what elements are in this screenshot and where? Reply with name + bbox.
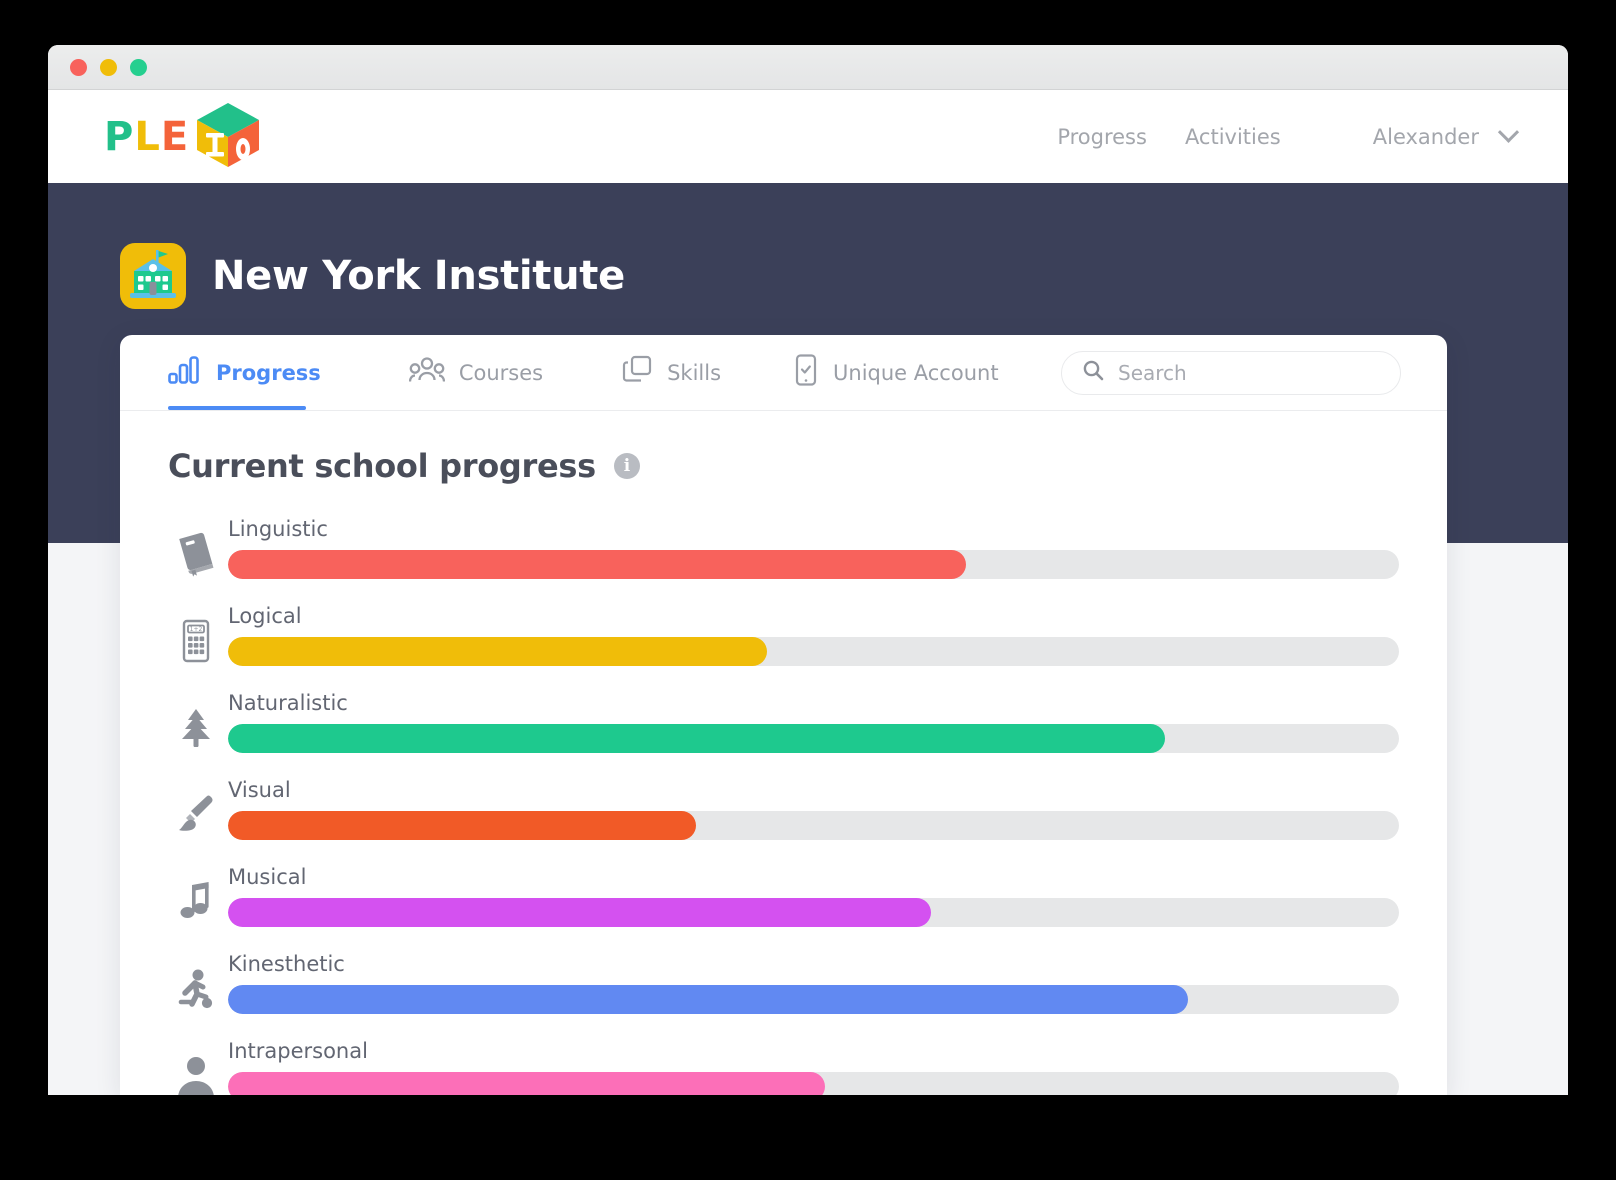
- user-menu[interactable]: Alexander: [1372, 121, 1520, 149]
- paintbrush-icon: [168, 784, 224, 840]
- progress-track[interactable]: [228, 550, 1399, 579]
- window-minimize-button[interactable]: [100, 58, 117, 76]
- nav-link-activities[interactable]: Activities: [1185, 125, 1281, 149]
- tab-progress-label: Progress: [216, 360, 321, 385]
- brand-logo-l: L: [134, 113, 161, 160]
- card-tab-bar: Progress Courses Skills Unique Account S…: [120, 335, 1447, 411]
- progress-row-main: Kinesthetic: [228, 952, 1399, 1014]
- progress-track[interactable]: [228, 985, 1399, 1014]
- tab-skills[interactable]: Skills: [621, 335, 721, 411]
- window-titlebar: [48, 45, 1568, 90]
- bar-chart-icon: [168, 356, 202, 389]
- brand-cube-icon: [191, 97, 265, 176]
- progress-label: Kinesthetic: [228, 952, 345, 976]
- tab-unique-account[interactable]: Unique Account: [793, 335, 999, 411]
- progress-row-main: Musical: [228, 865, 1399, 927]
- browser-window: PLE Progress Activities Alexander New Yo…: [48, 45, 1568, 1095]
- tab-progress[interactable]: Progress: [168, 335, 321, 411]
- calculator-icon: 1+2: [168, 610, 224, 666]
- top-navigation-bar: PLE Progress Activities Alexander: [48, 90, 1568, 183]
- page-title: New York Institute: [212, 253, 625, 299]
- section-title: Current school progress: [168, 447, 596, 485]
- progress-label: Logical: [228, 604, 302, 628]
- progress-label: Musical: [228, 865, 307, 889]
- progress-row-main: Intrapersonal: [228, 1039, 1399, 1095]
- progress-label: Linguistic: [228, 517, 328, 541]
- progress-row: Musical: [168, 861, 1399, 927]
- progress-fill: [228, 637, 767, 666]
- brand-logo-text: PLE: [104, 114, 189, 160]
- active-tab-underline: [168, 406, 306, 410]
- card-body: Current school progress i Linguistic 1+2…: [120, 411, 1447, 1095]
- tab-courses[interactable]: Courses: [408, 335, 544, 411]
- tab-unique-account-label: Unique Account: [833, 360, 999, 385]
- tab-courses-label: Courses: [458, 360, 544, 385]
- school-icon: [120, 243, 186, 309]
- mobile-check-icon: [793, 354, 819, 391]
- progress-label: Visual: [228, 778, 291, 802]
- search-input[interactable]: [1118, 360, 1368, 385]
- section-header: Current school progress i: [168, 447, 1399, 485]
- progress-row: Intrapersonal: [168, 1035, 1399, 1095]
- tab-skills-label: Skills: [667, 360, 722, 385]
- progress-row: Linguistic: [168, 513, 1399, 579]
- school-header: New York Institute: [48, 183, 1568, 309]
- brand-logo[interactable]: PLE: [104, 97, 265, 176]
- svg-text:1+2: 1+2: [190, 626, 203, 633]
- progress-track[interactable]: [228, 637, 1399, 666]
- nav-right-group: Progress Activities Alexander: [1019, 121, 1520, 149]
- progress-card: Progress Courses Skills Unique Account S…: [120, 335, 1447, 1095]
- brand-logo-e: E: [160, 113, 190, 160]
- progress-track[interactable]: [228, 811, 1399, 840]
- progress-label: Naturalistic: [228, 691, 348, 715]
- nav-link-progress[interactable]: Progress: [1057, 125, 1147, 149]
- progress-row-main: Naturalistic: [228, 691, 1399, 753]
- running-person-icon: [168, 958, 224, 1014]
- progress-row: Naturalistic: [168, 687, 1399, 753]
- progress-label: Intrapersonal: [228, 1039, 368, 1063]
- progress-fill: [228, 898, 931, 927]
- progress-row-main: Visual: [228, 778, 1399, 840]
- window-close-button[interactable]: [70, 58, 87, 76]
- chevron-down-icon: [1497, 121, 1520, 143]
- progress-row-main: Linguistic: [228, 517, 1399, 579]
- search-box[interactable]: [1061, 350, 1401, 395]
- progress-row: Kinesthetic: [168, 948, 1399, 1014]
- progress-track[interactable]: [228, 724, 1399, 753]
- layers-copy-icon: [621, 355, 653, 390]
- progress-fill: [228, 985, 1189, 1014]
- progress-fill: [228, 550, 966, 579]
- info-icon[interactable]: i: [613, 453, 640, 479]
- people-group-icon: [408, 356, 445, 389]
- music-note-icon: [168, 871, 224, 927]
- progress-fill: [228, 1072, 826, 1095]
- person-icon: [168, 1045, 224, 1095]
- progress-track[interactable]: [228, 898, 1399, 927]
- progress-track[interactable]: [228, 1072, 1399, 1095]
- tree-icon: [168, 697, 224, 753]
- progress-row-main: Logical: [228, 604, 1399, 666]
- window-maximize-button[interactable]: [130, 58, 147, 76]
- progress-fill: [228, 811, 697, 840]
- brand-logo-p: P: [104, 113, 135, 160]
- progress-row: 1+2 Logical: [168, 600, 1399, 666]
- user-menu-label: Alexander: [1372, 124, 1479, 149]
- search-icon: [1082, 359, 1104, 386]
- progress-row: Visual: [168, 774, 1399, 840]
- progress-list: Linguistic 1+2 Logical Naturalistic Visu…: [168, 513, 1399, 1095]
- progress-fill: [228, 724, 1165, 753]
- book-icon: [168, 523, 224, 579]
